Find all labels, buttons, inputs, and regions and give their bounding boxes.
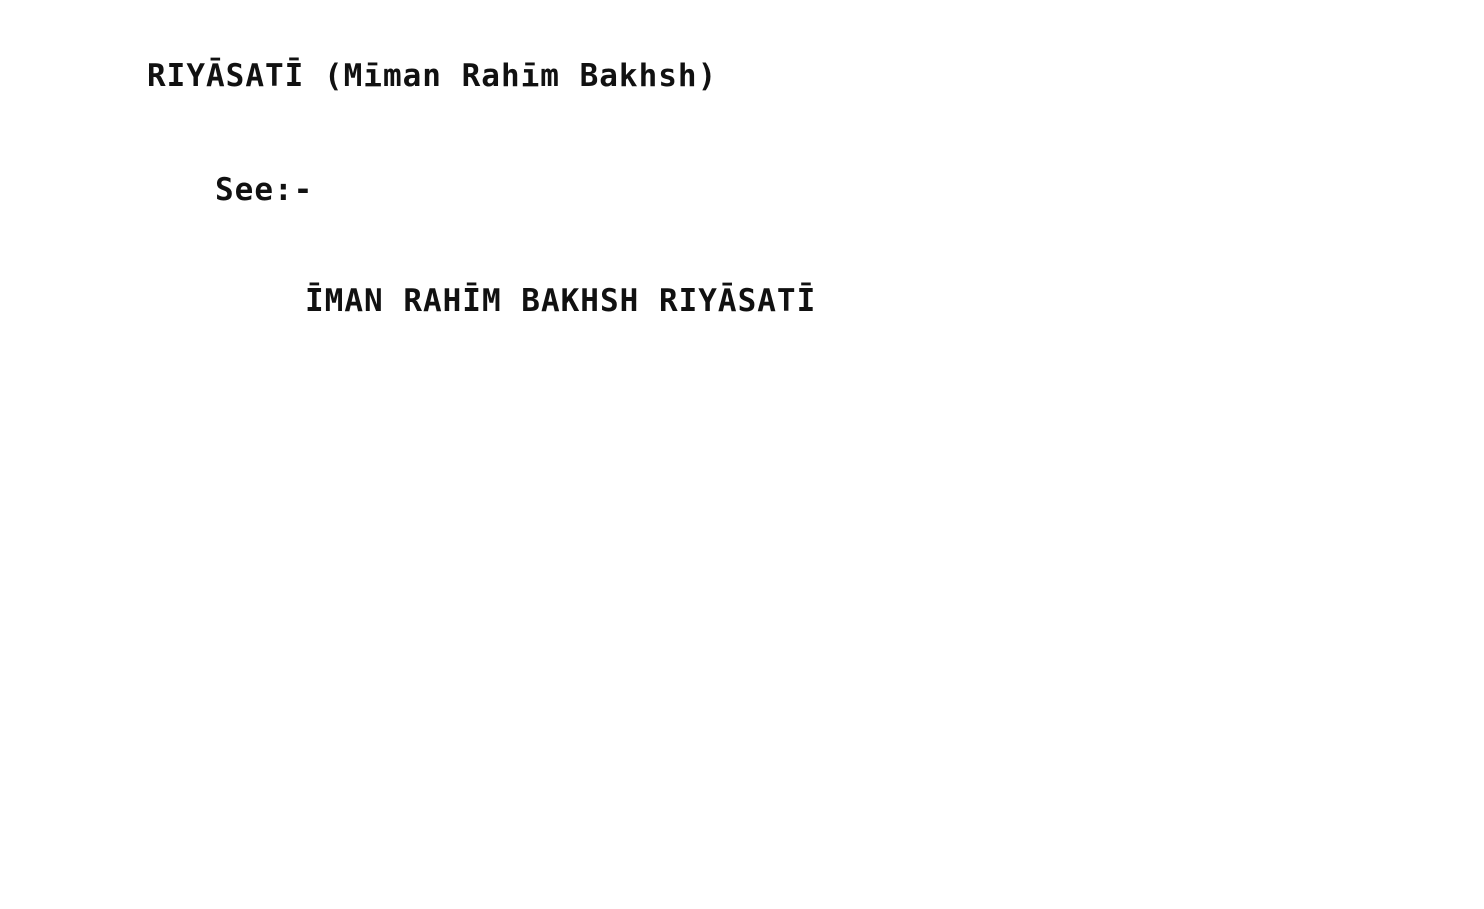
cross-reference-entry: ĪMAN RAHĪM BAKHSH RIYĀSATĪ: [305, 283, 817, 319]
see-reference-label: See:-: [215, 172, 314, 208]
catalog-card: RIYĀSATĪ (Mīman Rahīm Bakhsh) See:- ĪMAN…: [0, 0, 1484, 909]
card-heading: RIYĀSATĪ (Mīman Rahīm Bakhsh): [147, 58, 718, 94]
